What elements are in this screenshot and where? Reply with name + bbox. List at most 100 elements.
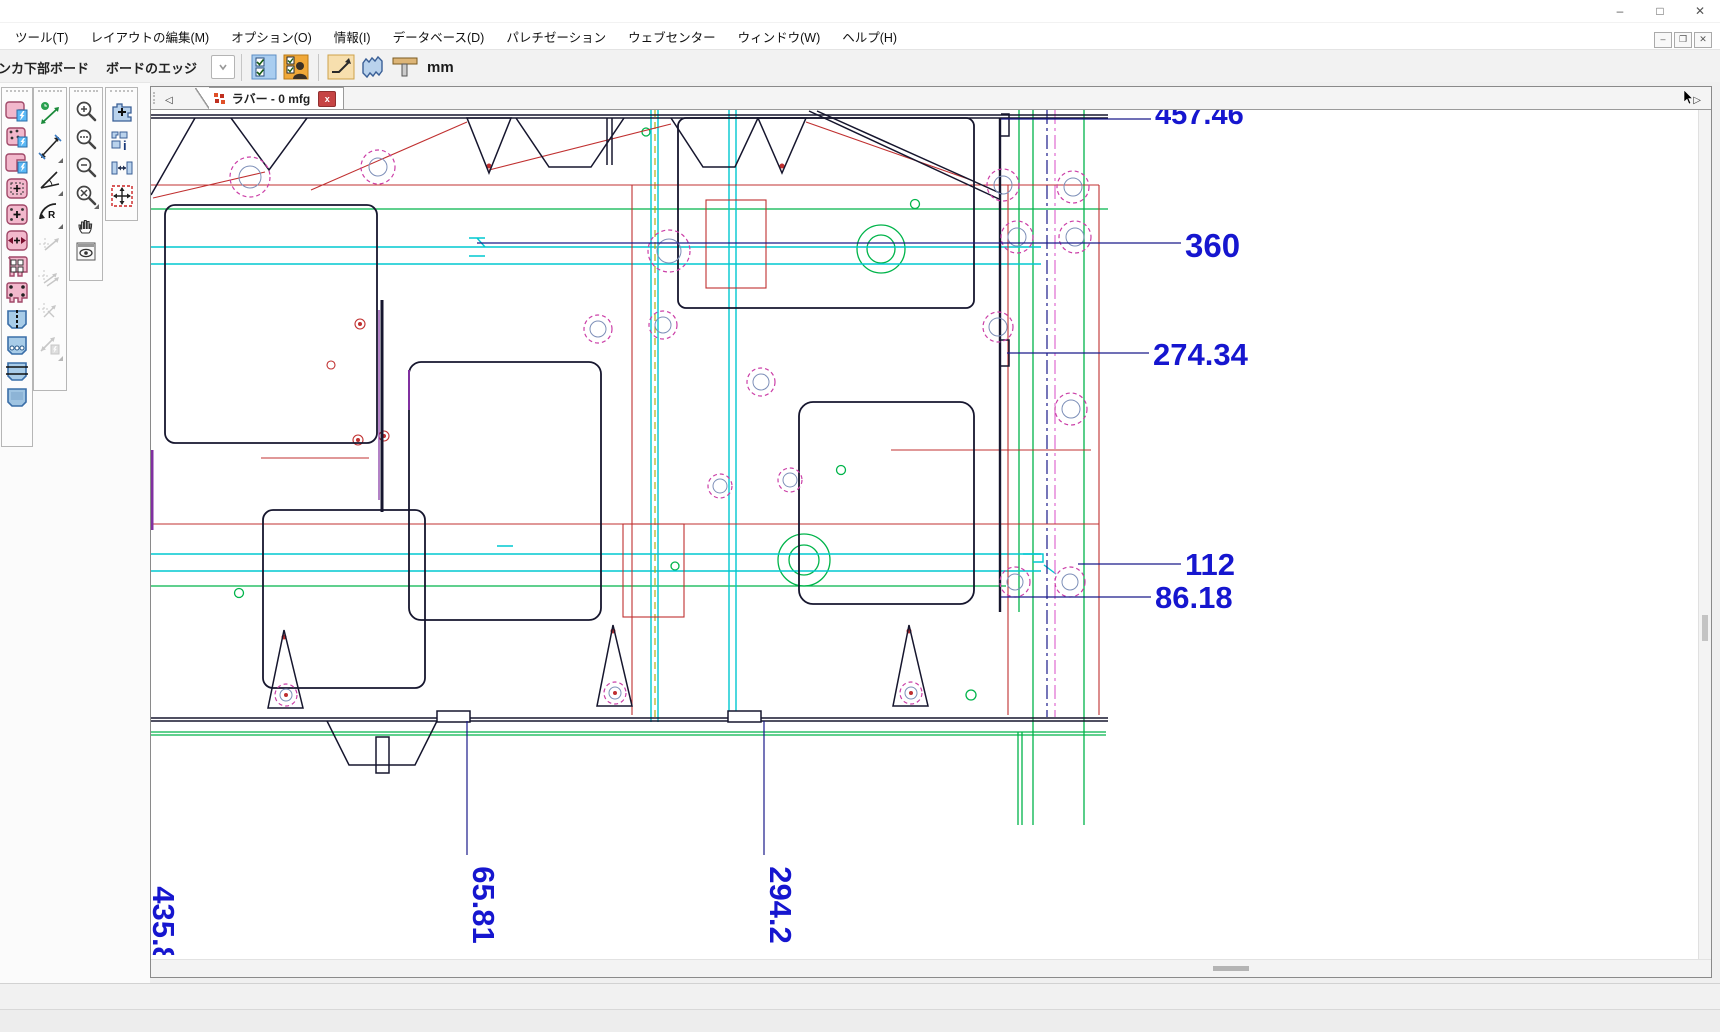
move-copy-icon [37,265,63,293]
panel-solid-button[interactable] [4,384,30,409]
flyout-indicator [94,204,99,209]
mdi-minimize-button[interactable]: – [1654,32,1672,48]
panel-info-button[interactable]: i [109,126,135,153]
view-layers-button[interactable] [73,238,99,265]
move-object-button[interactable] [37,230,63,262]
board-array-button[interactable] [4,254,30,279]
tab-close-icon: x [325,94,330,104]
measure-angle-button[interactable] [37,164,63,196]
board-outline [151,111,1108,773]
window-minimize-button[interactable]: – [1600,1,1640,22]
panel-info-icon: i [110,128,134,152]
mdi-restore-button[interactable]: ❐ [1674,32,1692,48]
menu-tools[interactable]: ツール(T) [4,27,79,46]
tab-slant [195,88,209,109]
zoom-out-icon [74,156,98,180]
measure-distance-button[interactable] [37,98,63,130]
horizontal-scrollbar[interactable] [151,959,1711,977]
tab-scroll-left-button[interactable]: ◁ [161,95,177,109]
application-window: – □ ✕ ツール(T) レイアウトの編集(M) オプション(O) 情報(I) … [0,0,1720,1032]
tab-rubber-mfg[interactable]: ラバー - 0 mfg x [209,87,345,109]
vertical-scrollbar[interactable] [1698,110,1711,959]
move-flash-button[interactable] [37,329,63,361]
title-bar: – □ ✕ [0,0,1720,23]
dimension-label-partial-left: 435.8 [151,886,181,955]
dimension-label-112: 112 [1185,547,1235,582]
display-layers-button[interactable] [250,53,278,81]
reverse-direction-button[interactable] [327,53,355,81]
centerlines [655,110,1055,720]
menu-webcenter[interactable]: ウェブセンター [617,27,727,46]
zoom-window-button[interactable] [73,126,99,153]
panel-vscore-button[interactable] [4,306,30,331]
move-copy-button[interactable] [37,263,63,295]
dimension-label-65: 65.81 [466,866,501,944]
layer-name-label: ボードのエッジ [106,58,197,77]
menu-options[interactable]: オプション(O) [220,27,323,46]
menu-database[interactable]: データベース(D) [382,27,496,46]
board-section-icon [391,54,419,80]
board-flash-copy-button[interactable] [4,98,30,123]
panel-origin-icon [110,184,134,208]
document-window: ◁ ラバー - 0 mfg x ▷ [150,86,1712,978]
bottom-bar [0,1009,1720,1032]
menu-palletization[interactable]: パレチゼーション [495,27,617,46]
board-corner-holes-button[interactable] [4,280,30,305]
board-select-dashed-icon [5,177,29,201]
panel-shape-icon [359,54,387,80]
menu-window[interactable]: ウィンドウ(W) [727,27,832,46]
board-edge-flash-icon [5,151,29,175]
board-corner-holes-icon [5,281,29,305]
panel-grip[interactable] [38,90,62,95]
horizontal-scrollbar-thumb[interactable] [1213,966,1249,971]
flyout-indicator [58,191,63,196]
board-holes-flash-button[interactable] [4,124,30,149]
panel-origin-button[interactable] [109,182,135,209]
board-select-dashed-button[interactable] [4,176,30,201]
zoom-out-button[interactable] [73,154,99,181]
panel-tooling-holes-button[interactable] [4,332,30,357]
drawing-canvas[interactable]: 457.46 360 274.34 112 86.18 65.81 294.2 … [151,110,1697,955]
document-tab-icon [213,92,226,105]
panel-grip[interactable] [6,90,28,95]
menu-bar: ツール(T) レイアウトの編集(M) オプション(O) 情報(I) データベース… [0,23,1720,50]
chevron-down-icon [216,60,230,74]
menu-layout-edit[interactable]: レイアウトの編集(M) [79,27,220,46]
layer-checklist-user-icon [283,54,309,80]
status-bar [0,983,1720,1010]
panel-spacing-button[interactable] [109,154,135,181]
menu-help[interactable]: ヘルプ(H) [831,27,908,46]
panel-view-button[interactable] [359,53,387,81]
zoom-in-button[interactable] [73,98,99,125]
panel-rails-button[interactable] [4,358,30,383]
tabbar-grip[interactable] [153,92,159,104]
measure-radius-button[interactable]: R [37,197,63,229]
dimension-label-274: 274.34 [1153,337,1249,372]
window-close-button[interactable]: ✕ [1680,1,1720,22]
zoom-fit-button[interactable] [73,182,99,209]
board-edge-flash-button[interactable] [4,150,30,175]
board-array-icon [5,255,29,279]
panel-spacing-icon [110,156,134,180]
unit-label: mm [427,59,454,76]
display-layers-user-button[interactable] [282,53,310,81]
mdi-close-button[interactable]: ✕ [1694,32,1712,48]
panel-grip[interactable] [74,90,98,95]
vertical-scrollbar-thumb[interactable] [1702,615,1708,641]
move-rotate-button[interactable] [37,296,63,328]
flyout-indicator [58,224,63,229]
window-maximize-button[interactable]: □ [1640,1,1680,22]
menu-info[interactable]: 情報(I) [323,27,382,46]
zoom-in-icon [74,100,98,124]
board-center-holes-button[interactable] [4,202,30,227]
measure-point-distance-button[interactable] [37,131,63,163]
panel-add-button[interactable] [109,98,135,125]
zoom-tools-panel [69,87,103,281]
board-fit-arrows-button[interactable] [4,228,30,253]
pan-hand-button[interactable] [73,210,99,237]
panel-grip[interactable] [110,90,133,95]
board-center-holes-icon [5,203,29,227]
tab-close-button[interactable]: x [318,91,336,107]
board-thickness-button[interactable] [391,53,419,81]
layer-combobox[interactable] [211,55,235,79]
